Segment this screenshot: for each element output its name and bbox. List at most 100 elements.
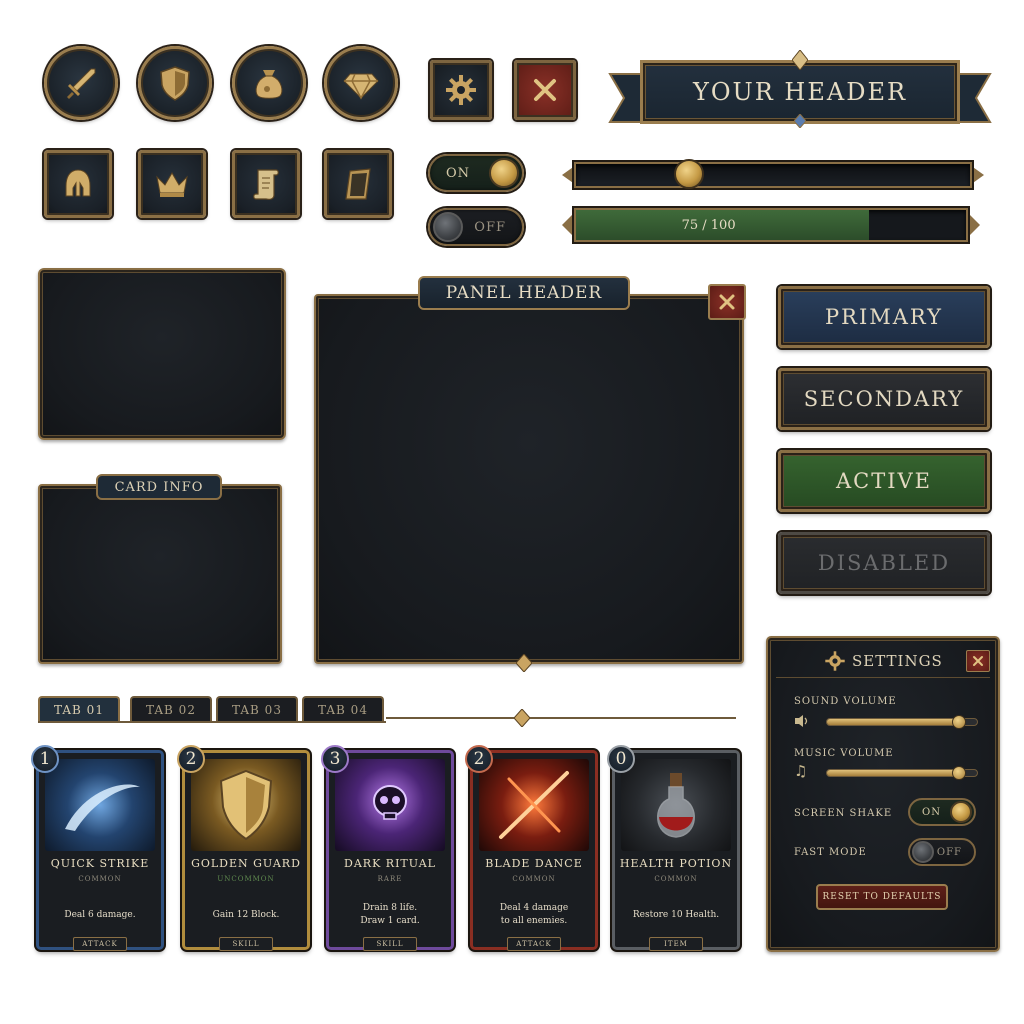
secondary-button[interactable]: SECONDARY [778,368,990,430]
card-art [45,759,155,851]
card-dark-ritual[interactable]: 3 DARK RITUAL RARE Drain 8 life. Draw 1 … [321,745,454,951]
progress-bar: 75 / 100 [562,206,980,244]
settings-header: SETTINGS [776,644,990,678]
toggle-knob [912,841,934,863]
shield-icon-button[interactable] [138,46,212,120]
diamond-ornament-icon [516,654,532,672]
skull-icon [373,785,407,820]
slider-fill [827,770,959,776]
card-title: BLADE DANCE [485,857,583,870]
fast-mode-label: FAST MODE [794,847,867,858]
toggle-knob [489,158,519,188]
panel-header-title: PANEL HEADER [418,276,630,310]
coin-bag-icon [255,70,283,99]
music-volume-label: MUSIC VOLUME [794,748,894,759]
diamond-ornament-icon [792,50,808,70]
close-icon [719,294,735,310]
main-panel [314,294,744,664]
scroll-icon [253,169,279,200]
card-title: HEALTH POTION [619,857,733,870]
panel-close-button[interactable] [708,284,746,320]
card-type: ATTACK [73,937,127,951]
toggle-knob [433,212,463,242]
settings-title: SETTINGS [852,651,943,670]
toggle-on[interactable]: ON [428,154,524,192]
card-description: Deal 4 damage to all enemies. [499,903,569,926]
card-art [621,759,731,851]
shield-icon [160,66,190,101]
sword-icon-button[interactable] [44,46,118,120]
tab-01[interactable]: TAB 01 [38,696,120,722]
toggle-off-label: OFF [474,219,506,235]
card-rarity: COMMON [78,875,122,883]
card-art [335,759,445,851]
fast-mode-toggle[interactable]: OFF [908,838,976,866]
card-type: SKILL [219,937,273,951]
helmet-icon-button[interactable] [44,150,112,218]
slider-track [574,162,972,188]
toggle-state-label: ON [922,806,941,818]
card-cost: 1 [31,745,59,773]
toggle-on-label: ON [446,165,471,181]
card-art [191,759,301,851]
sword-icon [67,68,96,99]
gem-icon-button[interactable] [324,46,398,120]
tab-04[interactable]: TAB 04 [302,696,384,722]
card-blade-dance[interactable]: 2 BLADE DANCE COMMON Deal 4 damage to al… [465,745,598,951]
sound-volume-slider[interactable] [826,715,978,729]
music-volume-slider[interactable] [826,766,978,780]
speaker-icon [795,715,808,727]
settings-button[interactable] [430,60,492,120]
scroll-icon-button[interactable] [232,150,300,218]
slider[interactable] [562,159,984,190]
screen-shake-label: SCREEN SHAKE [794,808,893,819]
close-button[interactable] [514,60,576,120]
screen-shake-toggle[interactable]: ON [908,798,976,826]
card-golden-guard[interactable]: 2 GOLDEN GUARD UNCOMMON Gain 12 Block. S… [177,745,310,951]
card-cost: 2 [177,745,205,773]
card-type: ITEM [649,937,703,951]
gear-icon [825,650,845,671]
settings-close-button[interactable] [966,649,990,672]
close-icon [534,79,556,101]
toggle-state-label: OFF [936,846,962,858]
toggle-knob [950,801,972,823]
tab-03[interactable]: TAB 03 [216,696,298,722]
card-title: DARK RITUAL [344,857,436,870]
gem-icon [343,73,379,100]
plain-frame-panel [38,268,286,440]
coin-bag-icon-button[interactable] [232,46,306,120]
card-description: Restore 10 Health. [632,909,720,920]
settings-panel: SETTINGS SOUND VOLUME MUSIC VOLUME ♫ SCR… [766,636,1000,952]
card-type: ATTACK [507,937,561,951]
book-icon [345,168,371,200]
gear-icon [446,75,476,105]
crown-icon-button[interactable] [138,150,206,218]
diamond-ornament-icon [514,709,530,727]
card-cost: 0 [607,745,635,773]
book-icon-button[interactable] [324,150,392,218]
disabled-button: DISABLED [778,532,990,594]
card-type: SKILL [363,937,417,951]
card-rarity: UNCOMMON [217,875,275,883]
tab-02[interactable]: TAB 02 [130,696,212,722]
reset-defaults-button[interactable]: RESET TO DEFAULTS [816,884,948,910]
close-icon [973,655,983,666]
sound-volume-label: SOUND VOLUME [794,696,897,707]
primary-button[interactable]: PRIMARY [778,286,990,348]
divider-line [386,717,736,719]
slider-knob[interactable] [952,766,966,780]
toggle-off[interactable]: OFF [428,208,524,246]
card-health-potion[interactable]: 0 HEALTH POTION COMMON Restore 10 Health… [607,745,740,951]
card-description: Deal 6 damage. [64,909,136,920]
card-info-title: CARD INFO [96,474,222,500]
slider-knob[interactable] [952,715,966,729]
card-quick-strike[interactable]: 1 QUICK STRIKE COMMON Deal 6 damage. ATT… [31,745,164,951]
music-note-icon: ♫ [794,762,808,780]
slash-swirl-icon [65,784,140,831]
progress-track: 75 / 100 [574,208,968,242]
card-info-panel [38,484,282,664]
active-button[interactable]: ACTIVE [778,450,990,512]
card-title: GOLDEN GUARD [191,857,301,870]
card-title: QUICK STRIKE [50,857,150,870]
